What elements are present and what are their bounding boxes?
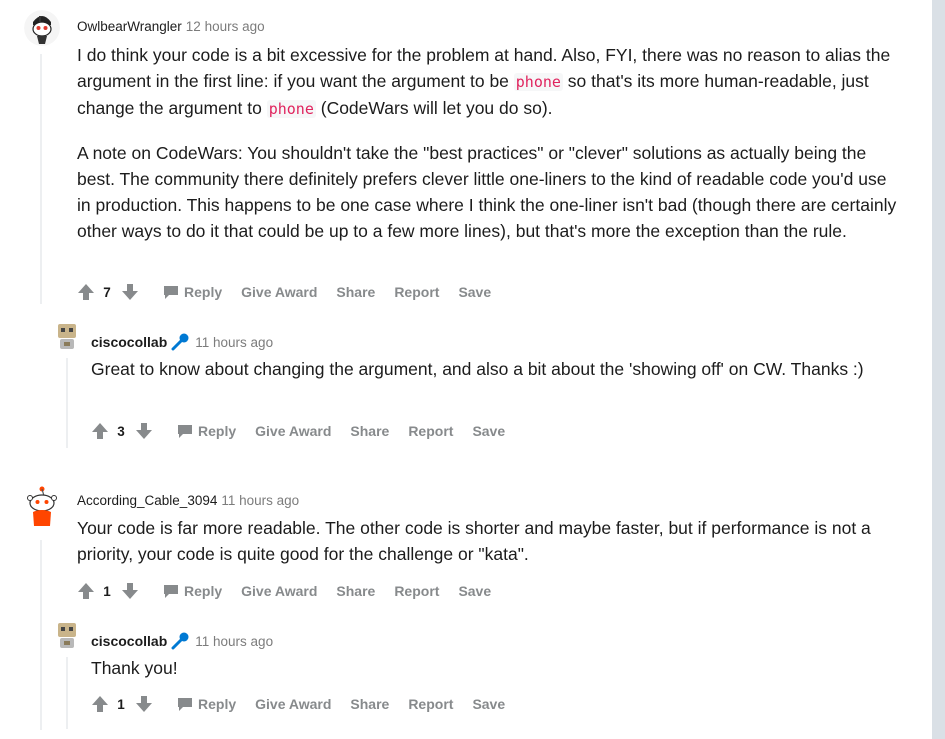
- save-button[interactable]: Save: [472, 696, 505, 712]
- downvote-icon: [136, 696, 152, 712]
- timestamp[interactable]: 11 hours ago: [195, 634, 273, 649]
- robot-avatar-icon: [58, 623, 76, 648]
- upvote-button[interactable]: [91, 693, 109, 715]
- comment-body: Thank you!: [91, 655, 891, 681]
- microphone-flair-icon: [171, 632, 191, 653]
- give-award-button[interactable]: Give Award: [255, 696, 331, 712]
- comment-icon: [177, 696, 193, 712]
- comment-paragraph: Thank you!: [91, 658, 178, 678]
- avatar[interactable]: [55, 621, 79, 651]
- author-name[interactable]: ciscocollab: [91, 633, 167, 649]
- share-button[interactable]: Share: [350, 696, 389, 712]
- comment-meta: ciscocollab 11 hours ago: [91, 632, 273, 653]
- downvote-button[interactable]: [135, 693, 153, 715]
- vote-score: 1: [117, 696, 125, 712]
- upvote-icon: [92, 696, 108, 712]
- comment-ciscocollab-reply-2: ciscocollab 11 hours ago Thank you! 1 Rep…: [0, 0, 932, 739]
- thread-line[interactable]: [66, 657, 68, 729]
- reply-label: Reply: [198, 696, 237, 712]
- reply-button[interactable]: Reply: [177, 696, 236, 712]
- comment-actions: 1 Reply Give Award Share Report Save: [91, 692, 505, 716]
- comments-panel: OwlbearWrangler 12 hours ago I do think y…: [0, 0, 932, 739]
- report-button[interactable]: Report: [408, 696, 453, 712]
